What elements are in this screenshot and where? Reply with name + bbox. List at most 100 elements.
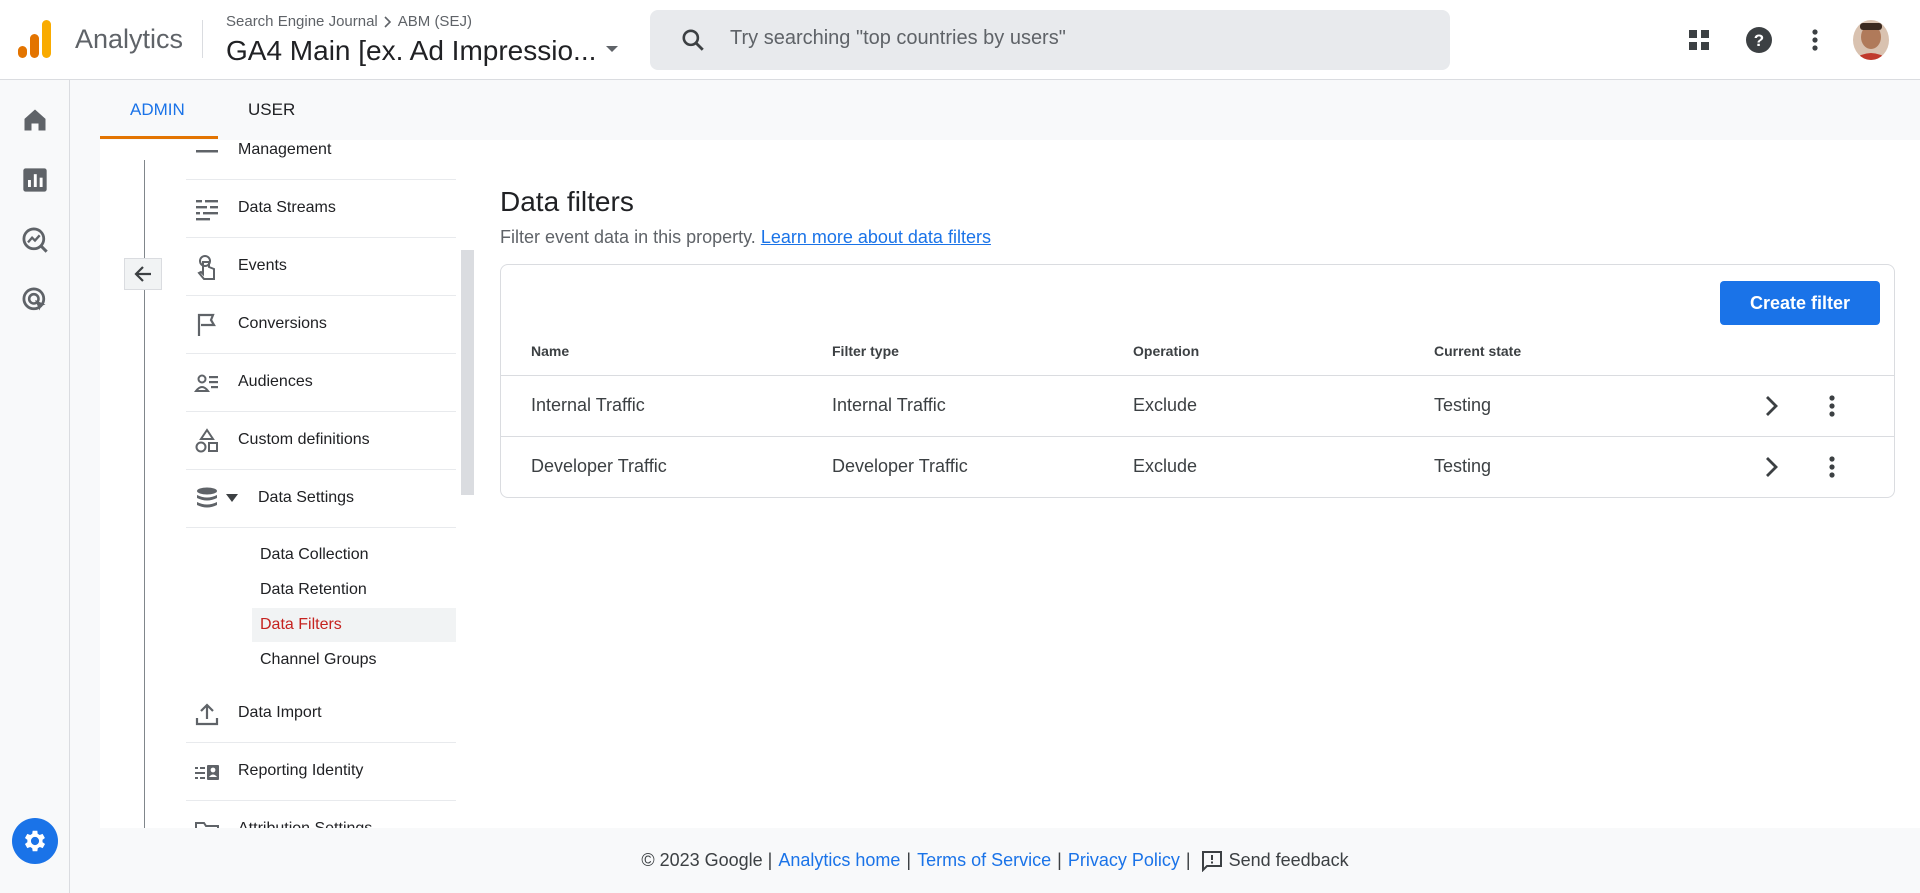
- chevron-right-icon[interactable]: [1756, 452, 1786, 482]
- search-input[interactable]: Try searching "top countries by users": [730, 27, 1066, 50]
- sub-item-data-retention[interactable]: Data Retention: [252, 573, 456, 607]
- folder-icon: [195, 822, 219, 828]
- description-text: Filter event data in this property.: [500, 227, 756, 247]
- nav-item-custom-definitions[interactable]: Custom definitions: [186, 412, 456, 470]
- nav-item-attribution-settings[interactable]: Attribution Settings: [186, 801, 456, 828]
- cell-name: Developer Traffic: [531, 456, 667, 476]
- page-title: Data filters: [500, 186, 634, 217]
- reports-icon[interactable]: [21, 166, 49, 194]
- nav-item-label: Attribution Settings: [238, 820, 372, 828]
- more-vert-icon[interactable]: [1817, 391, 1847, 421]
- column-header-operation: Operation: [1133, 343, 1200, 359]
- home-icon[interactable]: [21, 106, 49, 134]
- page-description: Filter event data in this property. Lear…: [500, 227, 991, 248]
- cell-current-state: Testing: [1434, 395, 1492, 415]
- nav-item-data-streams[interactable]: Data Streams: [186, 180, 456, 238]
- search-icon: [682, 29, 704, 51]
- advertising-icon[interactable]: [21, 286, 49, 314]
- chevron-right-icon: [384, 15, 391, 28]
- cell-operation: Exclude: [1133, 395, 1198, 415]
- app-name: Analytics: [75, 24, 184, 54]
- terms-link[interactable]: Terms of Service: [917, 850, 1051, 871]
- touch-icon: [197, 255, 215, 280]
- column-header-current-state: Current state: [1434, 343, 1522, 359]
- cell-name: Internal Traffic: [531, 395, 645, 415]
- sub-item-label: Channel Groups: [260, 651, 377, 668]
- nav-item-label: Management: [238, 141, 332, 158]
- explore-icon[interactable]: [21, 226, 49, 254]
- nav-item-label: Data Settings: [258, 489, 355, 506]
- send-feedback-button[interactable]: Send feedback: [1201, 850, 1349, 872]
- nav-item-data-settings[interactable]: Data Settings: [186, 470, 456, 528]
- tab-active-indicator: [100, 136, 218, 139]
- footer-separator: |: [1057, 850, 1062, 870]
- collapse-nav-button[interactable]: [124, 258, 162, 290]
- analytics-home-link[interactable]: Analytics home: [778, 850, 900, 871]
- cell-current-state: Testing: [1434, 456, 1492, 476]
- footer-separator: |: [1185, 850, 1191, 870]
- avatar[interactable]: [1853, 20, 1889, 60]
- database-icon: [197, 487, 217, 508]
- footer-separator: |: [906, 850, 912, 870]
- breadcrumb[interactable]: Search Engine Journal ABM (SEJ): [226, 13, 472, 30]
- nav-item-label: Custom definitions: [238, 431, 370, 448]
- search-bar[interactable]: Try searching "top countries by users": [650, 10, 1450, 70]
- admin-gear-button[interactable]: [12, 818, 58, 864]
- table-row[interactable]: Internal Traffic Internal Traffic Exclud…: [501, 375, 1894, 436]
- nav-item-label: Reporting Identity: [238, 762, 364, 779]
- flag-icon: [197, 313, 216, 336]
- more-vert-icon[interactable]: [1800, 25, 1830, 55]
- nav-item-reporting-identity[interactable]: Reporting Identity: [186, 743, 456, 801]
- data-filters-table: Create filter Name Filter type Operation…: [500, 264, 1895, 498]
- analytics-logo[interactable]: [18, 20, 52, 58]
- help-icon[interactable]: ?: [1744, 25, 1774, 55]
- learn-more-link[interactable]: Learn more about data filters: [761, 227, 991, 247]
- sub-item-data-filters[interactable]: Data Filters: [252, 608, 456, 642]
- chevron-right-icon[interactable]: [1756, 391, 1786, 421]
- send-feedback-label: Send feedback: [1228, 850, 1349, 870]
- more-vert-icon[interactable]: [1817, 452, 1847, 482]
- cell-operation: Exclude: [1133, 456, 1198, 476]
- gear-icon: [24, 830, 46, 852]
- apps-icon[interactable]: [1684, 25, 1714, 55]
- privacy-link[interactable]: Privacy Policy: [1068, 850, 1180, 871]
- tab-admin[interactable]: ADMIN: [130, 100, 185, 120]
- caret-down-icon[interactable]: [226, 494, 238, 502]
- sub-item-data-collection[interactable]: Data Collection: [252, 538, 456, 572]
- breadcrumb-property[interactable]: ABM (SEJ): [398, 13, 472, 30]
- sub-item-label: Data Filters: [260, 616, 342, 633]
- breadcrumb-account[interactable]: Search Engine Journal: [226, 13, 378, 30]
- nav-item-label: Events: [238, 257, 287, 274]
- management-icon: [196, 150, 218, 153]
- content-panel: Management Data Streams Events Conversio…: [100, 140, 1920, 828]
- feedback-icon: [1201, 850, 1222, 872]
- create-filter-button[interactable]: Create filter: [1720, 281, 1880, 325]
- sub-item-label: Data Collection: [260, 546, 369, 563]
- reporting-identity-icon: [195, 765, 219, 780]
- sub-item-channel-groups[interactable]: Channel Groups: [252, 643, 456, 677]
- nav-item-label: Audiences: [238, 373, 313, 390]
- svg-text:?: ?: [1754, 31, 1764, 50]
- shapes-icon: [195, 428, 218, 453]
- nav-item-label: Data Import: [238, 704, 322, 721]
- column-header-name: Name: [531, 343, 570, 359]
- caret-down-icon[interactable]: [605, 44, 619, 54]
- nav-item-audiences[interactable]: Audiences: [186, 354, 456, 412]
- nav-item-conversions[interactable]: Conversions: [186, 296, 456, 354]
- nav-item-events[interactable]: Events: [186, 238, 456, 296]
- cell-filter-type: Developer Traffic: [832, 456, 968, 476]
- property-selector[interactable]: GA4 Main [ex. Ad Impressio...: [226, 35, 596, 67]
- nav-item-data-import[interactable]: Data Import: [186, 685, 456, 743]
- arrow-back-icon: [134, 266, 151, 282]
- left-rail: [0, 80, 70, 893]
- tab-user[interactable]: USER: [248, 100, 295, 120]
- sub-item-label: Data Retention: [260, 581, 367, 598]
- audiences-icon: [194, 374, 218, 392]
- header-divider: [202, 20, 203, 58]
- table-row[interactable]: Developer Traffic Developer Traffic Excl…: [501, 436, 1894, 497]
- nav-item-management[interactable]: Management: [186, 140, 456, 180]
- column-header-filter-type: Filter type: [832, 343, 899, 359]
- nav-scrollbar[interactable]: [461, 250, 474, 495]
- nav-item-label: Conversions: [238, 315, 327, 332]
- data-streams-icon: [196, 200, 218, 221]
